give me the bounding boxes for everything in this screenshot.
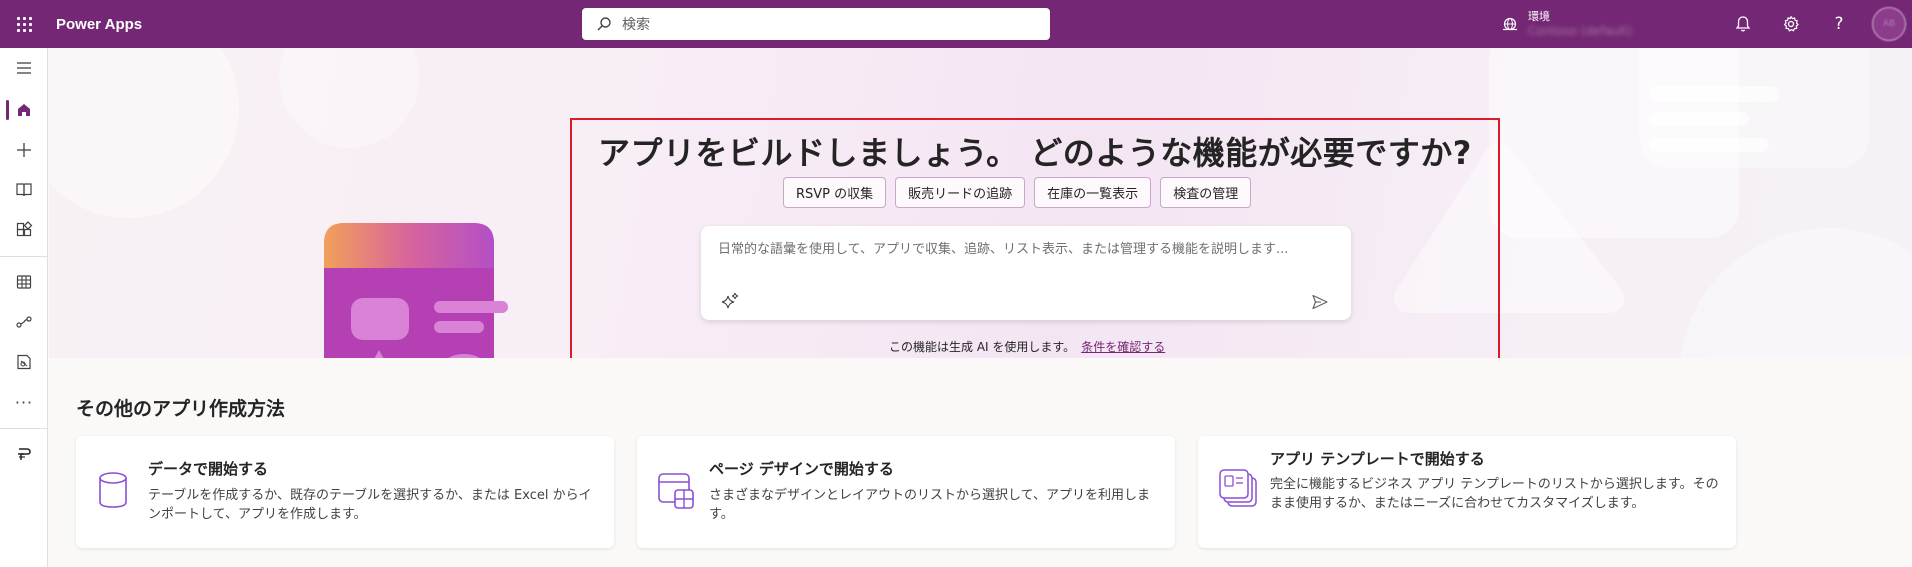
- left-navigation-rail: ···: [0, 48, 48, 567]
- page-design-icon: [657, 470, 695, 514]
- send-icon: [1312, 294, 1328, 310]
- search-input[interactable]: 検索: [582, 8, 1050, 40]
- copilot-prompt-box[interactable]: 日常的な語彙を使用して、アプリで収集、追跡、リスト表示、または管理する機能を説明…: [701, 226, 1351, 320]
- card-description: 完全に機能するビジネス アプリ テンプレートのリストから選択します。そのまま使用…: [1270, 477, 1719, 511]
- send-button[interactable]: [1311, 293, 1329, 315]
- environment-label: 環境: [1528, 10, 1550, 23]
- card-description: さまざまなデザインとレイアウトのリストから選択して、アプリを利用します。: [709, 488, 1150, 522]
- apps-icon: [16, 221, 33, 237]
- nav-apps[interactable]: [0, 210, 48, 250]
- gear-icon: [1783, 15, 1799, 32]
- flow-icon: [16, 316, 32, 328]
- hero-title: アプリをビルドしましょう。 どのような機能が必要ですか?: [598, 134, 1472, 172]
- environment-picker[interactable]: 環境 Contoso (default): [1502, 4, 1632, 44]
- notifications-button[interactable]: [1731, 12, 1755, 36]
- menu-icon: [17, 62, 31, 74]
- table-icon: [16, 275, 32, 289]
- rail-divider: [0, 428, 48, 429]
- ai-disclaimer: この機能は生成 AI を使用します。 条件を確認する: [889, 338, 1165, 355]
- copilot-hero: アプリをビルドしましょう。 どのような機能が必要ですか? RSVP の収集 販売…: [49, 48, 1912, 358]
- nav-flows[interactable]: [0, 302, 48, 342]
- book-icon: [16, 183, 32, 197]
- nav-more[interactable]: ···: [0, 382, 48, 422]
- card-title: データで開始する: [148, 460, 269, 478]
- template-icon: [1218, 468, 1258, 514]
- nav-home[interactable]: [0, 90, 48, 130]
- nav-learn[interactable]: [0, 170, 48, 210]
- app-launcher-button[interactable]: [0, 0, 48, 48]
- nav-create[interactable]: [0, 130, 48, 170]
- search-placeholder: 検索: [622, 17, 650, 33]
- suggestion-chip-rsvp[interactable]: RSVP の収集: [783, 177, 887, 208]
- waffle-icon: [16, 16, 32, 32]
- avatar-initials: AB: [1882, 19, 1896, 29]
- more-icon: ···: [14, 392, 34, 412]
- card-description: テーブルを作成するか、既存のテーブルを選択するか、または Excel からインポ…: [148, 488, 592, 522]
- solutions-icon: [17, 354, 31, 370]
- start-with-page-design-card[interactable]: ページ デザインで開始する さまざまなデザインとレイアウトのリストから選択して、…: [637, 436, 1175, 548]
- nav-solutions[interactable]: [0, 342, 48, 382]
- search-icon: [597, 17, 611, 31]
- suggestion-chip-sales-leads[interactable]: 販売リードの追跡: [895, 177, 1026, 208]
- start-with-data-card[interactable]: データで開始する テーブルを作成するか、既存のテーブルを選択するか、または Ex…: [76, 436, 614, 548]
- prompt-suggestions-button[interactable]: [721, 292, 739, 314]
- power-platform-icon: [18, 448, 31, 460]
- nav-tables[interactable]: [0, 262, 48, 302]
- prompt-input[interactable]: 日常的な語彙を使用して、アプリで収集、追跡、リスト表示、または管理する機能を説明…: [718, 238, 1288, 257]
- suggestion-chips: RSVP の収集 販売リードの追跡 在庫の一覧表示 検査の管理: [783, 177, 1252, 208]
- environment-icon: [1503, 17, 1517, 31]
- other-methods-title: その他のアプリ作成方法: [76, 398, 286, 420]
- suggestion-chip-inventory[interactable]: 在庫の一覧表示: [1034, 177, 1152, 208]
- ai-disclaimer-text: この機能は生成 AI を使用します。: [889, 340, 1076, 354]
- start-with-app-template-card[interactable]: アプリ テンプレートで開始する 完全に機能するビジネス アプリ テンプレートのリ…: [1198, 436, 1736, 548]
- collapse-menu-button[interactable]: [0, 48, 48, 88]
- rail-divider: [0, 256, 48, 257]
- help-button[interactable]: ?: [1827, 12, 1851, 36]
- home-icon: [18, 104, 30, 116]
- plus-icon: [17, 143, 31, 157]
- environment-name: Contoso (default): [1528, 24, 1633, 38]
- review-terms-link[interactable]: 条件を確認する: [1081, 340, 1165, 354]
- avatar[interactable]: AB: [1872, 7, 1906, 41]
- bell-icon: [1735, 16, 1751, 32]
- help-icon: ?: [1834, 14, 1844, 34]
- nav-power-platform[interactable]: [0, 434, 48, 474]
- settings-button[interactable]: [1779, 12, 1803, 36]
- database-icon: [96, 470, 130, 514]
- top-bar: Power Apps 検索 環境 Contoso (default) ? AB: [0, 0, 1912, 48]
- card-title: ページ デザインで開始する: [709, 460, 894, 478]
- app-illustration: [324, 223, 508, 358]
- app-title[interactable]: Power Apps: [56, 16, 142, 33]
- sparkle-icon: [721, 292, 739, 309]
- suggestion-chip-inspections[interactable]: 検査の管理: [1160, 177, 1252, 208]
- card-title: アプリ テンプレートで開始する: [1270, 450, 1485, 468]
